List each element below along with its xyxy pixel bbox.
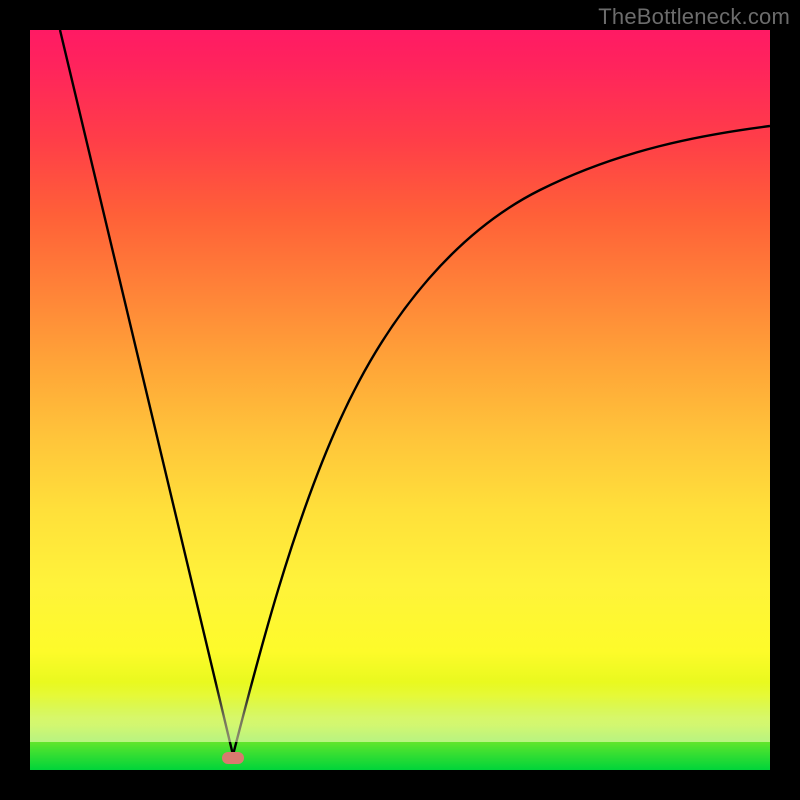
bottleneck-curve (30, 30, 770, 770)
plot-area (30, 30, 770, 770)
curve-right-branch (233, 126, 770, 755)
watermark-text: TheBottleneck.com (598, 4, 790, 30)
curve-left-branch (60, 30, 233, 755)
chart-frame: TheBottleneck.com (0, 0, 800, 800)
minimum-marker (222, 752, 244, 764)
